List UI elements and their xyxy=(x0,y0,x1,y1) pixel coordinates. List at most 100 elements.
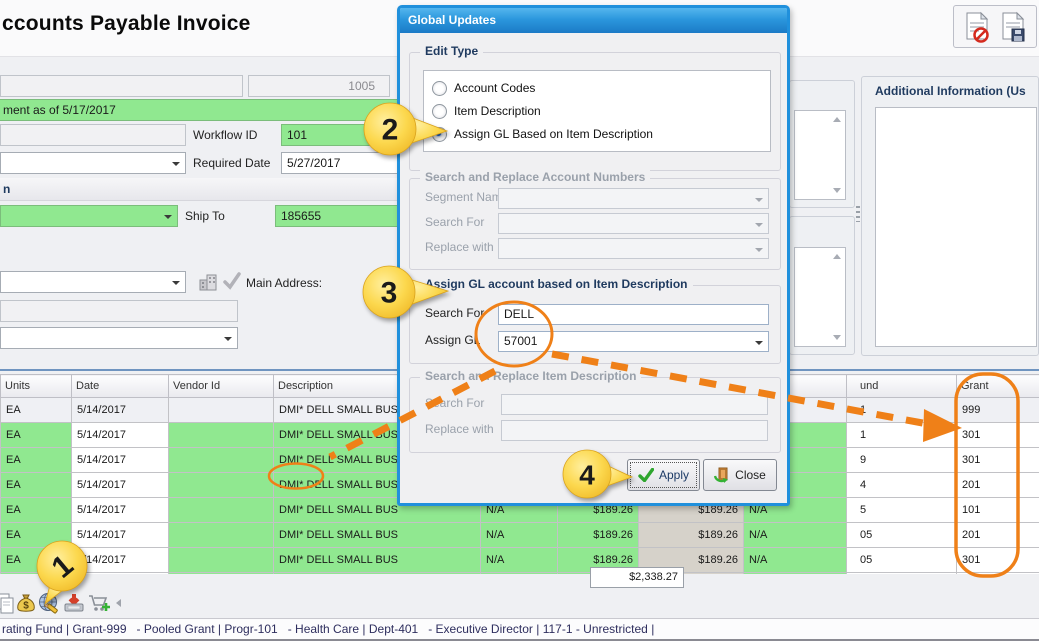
radio-icon[interactable] xyxy=(432,104,447,119)
table-cell[interactable] xyxy=(169,498,274,523)
table-cell[interactable] xyxy=(169,473,274,498)
table-cell[interactable]: EA xyxy=(1,423,72,448)
table-cell[interactable] xyxy=(169,523,274,548)
void-document-icon[interactable] xyxy=(963,11,991,43)
sr-item-replace-input[interactable] xyxy=(501,420,768,441)
table-cell[interactable]: N/A xyxy=(481,523,558,548)
confirm-address-icon[interactable] xyxy=(222,271,242,291)
table-cell[interactable]: 999 xyxy=(957,398,1039,423)
table-cell[interactable]: 05 xyxy=(847,523,957,548)
column-header[interactable]: Date xyxy=(72,375,169,398)
table-cell[interactable]: N/A xyxy=(744,548,847,573)
table-cell[interactable]: 201 xyxy=(957,523,1039,548)
table-cell[interactable]: 1 xyxy=(847,398,957,423)
table-cell[interactable]: EA xyxy=(1,498,72,523)
table-cell[interactable]: DMI* DELL SMALL BUS xyxy=(274,573,481,575)
sr-item-search-input[interactable] xyxy=(501,394,768,415)
table-cell[interactable]: DMI* DELL SMALL BUS xyxy=(274,548,481,573)
column-header[interactable]: Vendor Id xyxy=(169,375,274,398)
scroll-up-icon[interactable] xyxy=(833,117,841,122)
table-cell[interactable]: EA xyxy=(1,398,72,423)
radio-assign-gl[interactable]: Assign GL Based on Item Description xyxy=(432,124,653,144)
table-cell[interactable]: 101 xyxy=(957,498,1039,523)
scroll-down-icon[interactable] xyxy=(833,188,841,193)
radio-account-codes[interactable]: Account Codes xyxy=(432,78,535,98)
table-cell[interactable] xyxy=(847,573,957,575)
copy-document-icon[interactable] xyxy=(0,592,16,614)
vendor-field[interactable] xyxy=(0,124,186,146)
scroll-left-icon[interactable] xyxy=(116,599,121,607)
column-header[interactable]: Grant xyxy=(957,375,1039,398)
column-header[interactable]: Units xyxy=(1,375,72,398)
address-dropdown[interactable] xyxy=(0,271,186,293)
table-cell[interactable]: 9 xyxy=(847,448,957,473)
table-cell[interactable]: 1 xyxy=(847,423,957,448)
cart-add-icon[interactable] xyxy=(87,592,111,614)
dialog-title[interactable]: Global Updates xyxy=(400,8,787,33)
terms-dropdown[interactable] xyxy=(0,152,186,174)
table-cell[interactable] xyxy=(481,573,558,575)
sr-account-search-dropdown[interactable] xyxy=(498,213,769,234)
header-field-1[interactable] xyxy=(0,75,243,97)
table-cell[interactable]: N/A xyxy=(481,548,558,573)
radio-icon-selected[interactable] xyxy=(432,127,447,142)
workflow-id-field[interactable]: 101 xyxy=(281,124,399,146)
export-icon[interactable] xyxy=(63,592,85,614)
radio-item-description[interactable]: Item Description xyxy=(432,101,541,121)
table-cell[interactable]: 4 xyxy=(847,473,957,498)
table-cell[interactable]: 5/14/2017 xyxy=(72,473,169,498)
table-cell[interactable]: 201 xyxy=(957,473,1039,498)
table-cell[interactable]: 05 xyxy=(847,548,957,573)
money-bag-icon[interactable]: $ xyxy=(15,592,37,614)
table-cell[interactable]: EA xyxy=(1,548,72,573)
address-line-field[interactable] xyxy=(0,300,238,322)
side-listbox-upper[interactable] xyxy=(794,110,846,200)
table-cell[interactable]: $189.26 xyxy=(639,523,744,548)
table-cell[interactable] xyxy=(72,573,169,575)
table-cell[interactable]: EA xyxy=(1,473,72,498)
location-dropdown[interactable] xyxy=(0,205,178,227)
table-cell[interactable] xyxy=(169,423,274,448)
table-cell[interactable]: EA xyxy=(1,448,72,473)
table-cell[interactable]: 301 xyxy=(957,548,1039,573)
assign-gl-search-input[interactable]: DELL xyxy=(498,304,769,325)
table-cell[interactable]: N/A xyxy=(744,523,847,548)
table-cell[interactable]: EA xyxy=(1,523,72,548)
table-cell[interactable]: 5/14/2017 xyxy=(72,523,169,548)
apply-button[interactable]: Apply xyxy=(627,459,700,491)
table-cell[interactable]: 301 xyxy=(957,448,1039,473)
table-cell[interactable] xyxy=(169,548,274,573)
sr-account-replace-dropdown[interactable] xyxy=(498,238,769,259)
table-cell[interactable] xyxy=(169,398,274,423)
save-document-icon[interactable] xyxy=(999,11,1027,43)
table-cell[interactable]: 5/14/2017 xyxy=(72,448,169,473)
table-cell[interactable]: 5/14/2017 xyxy=(72,398,169,423)
building-icon[interactable] xyxy=(198,272,218,292)
additional-info-box[interactable] xyxy=(875,107,1037,347)
ship-to-field[interactable]: 185655 xyxy=(275,205,399,227)
table-cell[interactable]: 5 xyxy=(847,498,957,523)
table-cell[interactable]: 301 xyxy=(957,423,1039,448)
table-cell[interactable] xyxy=(169,573,274,575)
table-cell[interactable]: DMI* DELL SMALL BUS xyxy=(274,523,481,548)
assign-gl-dropdown[interactable]: 57001 xyxy=(498,331,769,352)
table-cell[interactable] xyxy=(744,573,847,575)
table-cell[interactable]: 5/14/2017 xyxy=(72,498,169,523)
scroll-down-icon[interactable] xyxy=(833,335,841,340)
table-cell[interactable]: 5/14/2017 xyxy=(72,548,169,573)
globe-edit-icon[interactable] xyxy=(38,592,62,614)
radio-icon[interactable] xyxy=(432,81,447,96)
scroll-up-icon[interactable] xyxy=(833,254,841,259)
table-cell[interactable] xyxy=(1,573,72,575)
table-cell[interactable] xyxy=(169,448,274,473)
panel-splitter[interactable] xyxy=(856,206,860,222)
address-line-dropdown[interactable] xyxy=(0,327,238,349)
table-cell[interactable] xyxy=(957,573,1039,575)
segment-name-dropdown[interactable] xyxy=(498,188,769,209)
required-date-field[interactable]: 5/27/2017 xyxy=(281,152,399,174)
document-number-field[interactable]: 1005 xyxy=(248,75,390,97)
table-cell[interactable]: $189.26 xyxy=(558,523,639,548)
side-listbox-lower[interactable] xyxy=(794,247,846,347)
close-button[interactable]: Close xyxy=(703,459,777,491)
table-cell[interactable]: 5/14/2017 xyxy=(72,423,169,448)
